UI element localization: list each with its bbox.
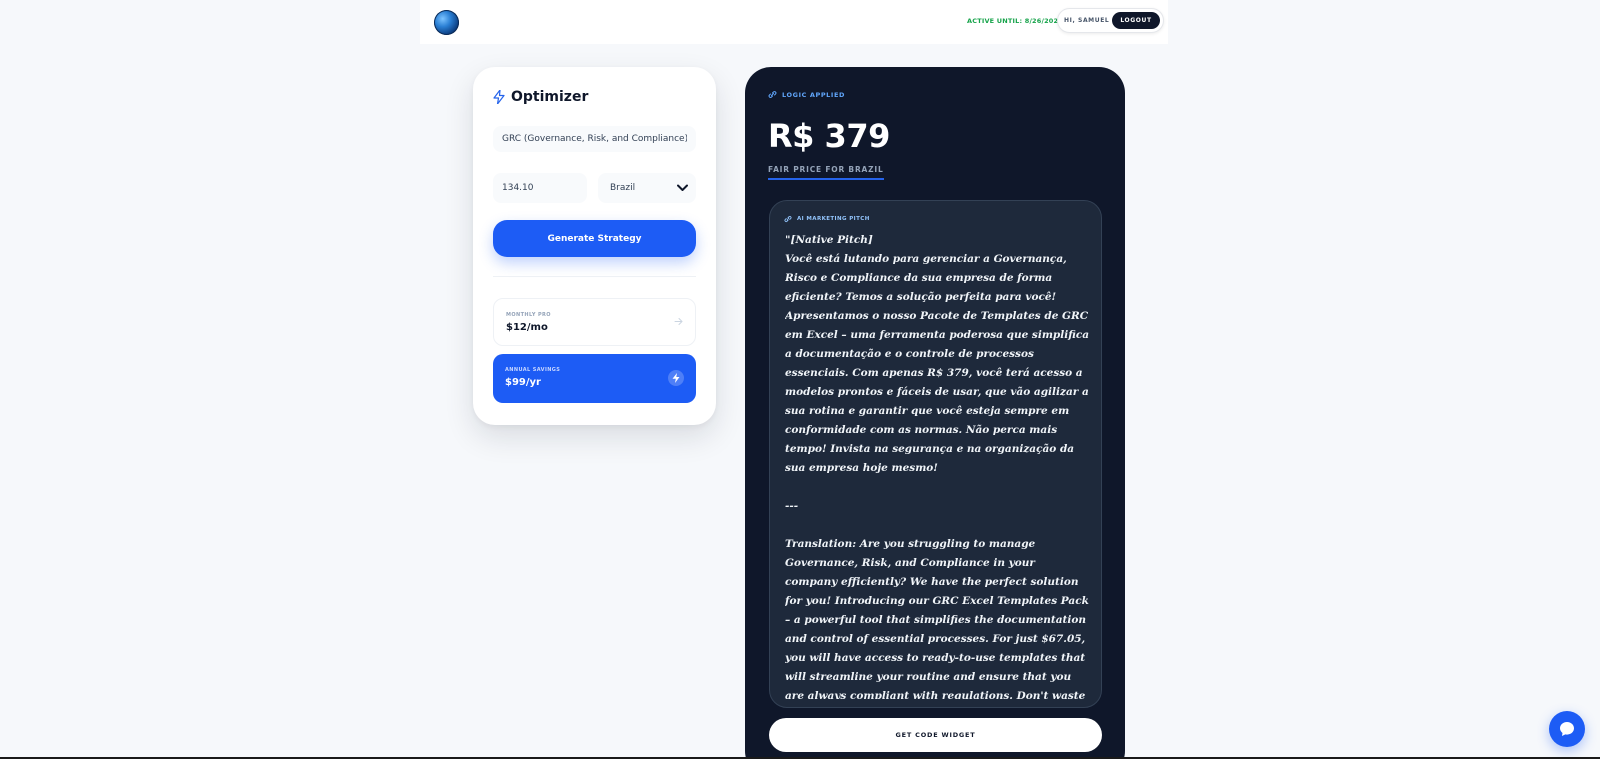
user-greeting: HI, SAMUEL	[1064, 17, 1110, 24]
optimizer-card: Optimizer Brazil Generate Strategy MONTH…	[473, 67, 716, 425]
user-pill: HI, SAMUEL LOGOUT	[1057, 8, 1164, 33]
chat-bubble-button[interactable]	[1549, 711, 1585, 747]
globe-logo-icon[interactable]	[434, 10, 459, 35]
plan-annual-label: ANNUAL SAVINGS	[505, 367, 561, 373]
divider	[493, 276, 696, 277]
country-select[interactable]: Brazil	[598, 173, 696, 203]
logic-applied-label: LOGIC APPLIED	[782, 90, 845, 99]
bolt-circle-icon	[668, 370, 684, 386]
plan-monthly-label: MONTHLY PRO	[506, 312, 551, 318]
marketing-pitch-box: AI MARKETING PITCH "[Native Pitch] Você …	[769, 200, 1102, 708]
product-name-input[interactable]	[493, 126, 696, 152]
active-until-status: ACTIVE UNTIL: 8/26/2026	[967, 17, 1063, 25]
country-value: Brazil	[610, 183, 636, 193]
fair-price-label: FAIR PRICE FOR BRAZIL	[768, 165, 884, 180]
bolt-icon	[672, 373, 680, 383]
top-header: ACTIVE UNTIL: 8/26/2026 HI, SAMUEL LOGOU…	[420, 0, 1168, 44]
logic-applied-tag: LOGIC APPLIED	[768, 90, 845, 99]
chevron-down-icon	[677, 184, 688, 191]
arrow-right-icon	[674, 318, 683, 325]
pitch-tag: AI MARKETING PITCH	[784, 215, 870, 223]
fair-price-value: R$ 379	[768, 117, 890, 155]
result-card: LOGIC APPLIED R$ 379 FAIR PRICE FOR BRAZ…	[745, 67, 1125, 759]
plan-monthly-price: $12/mo	[506, 322, 548, 333]
pitch-tag-label: AI MARKETING PITCH	[797, 216, 870, 222]
logout-button[interactable]: LOGOUT	[1112, 12, 1160, 29]
chat-icon	[1560, 722, 1574, 736]
optimizer-title-text: Optimizer	[511, 89, 589, 105]
optimizer-title: Optimizer	[493, 89, 588, 105]
price-input[interactable]	[493, 173, 587, 203]
plan-annual-savings[interactable]: ANNUAL SAVINGS $99/yr	[493, 354, 696, 403]
bolt-icon	[493, 90, 505, 104]
plan-annual-price: $99/yr	[505, 377, 541, 388]
get-code-widget-button[interactable]: GET CODE WIDGET	[769, 718, 1102, 752]
plan-monthly-pro[interactable]: MONTHLY PRO $12/mo	[493, 298, 696, 346]
link-icon	[784, 215, 792, 223]
generate-strategy-button[interactable]: Generate Strategy	[493, 220, 696, 257]
marketing-pitch-text: "[Native Pitch] Você está lutando para g…	[785, 234, 1090, 699]
link-icon	[768, 91, 777, 98]
